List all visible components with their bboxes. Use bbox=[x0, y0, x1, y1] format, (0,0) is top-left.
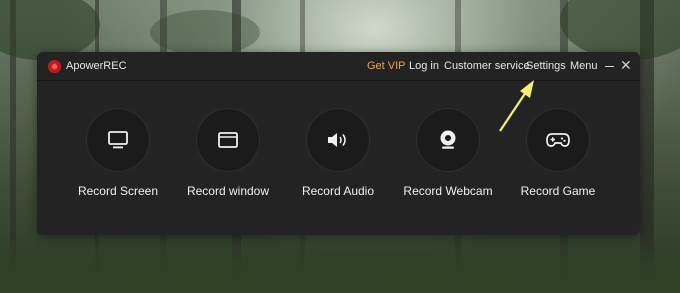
window-icon bbox=[218, 132, 238, 148]
get-vip-link[interactable]: Get VIP bbox=[367, 60, 406, 72]
apowerrec-logo-icon bbox=[48, 60, 61, 73]
record-webcam-label: Record Webcam bbox=[403, 184, 493, 198]
record-window-button[interactable]: Record window bbox=[168, 108, 288, 198]
customer-service-link[interactable]: Customer service bbox=[444, 60, 530, 72]
apowerrec-window: ApowerREC Get VIP Log in Customer servic… bbox=[37, 52, 640, 235]
record-webcam-button[interactable]: Record Webcam bbox=[388, 108, 508, 198]
gamepad-icon bbox=[546, 133, 570, 147]
speaker-icon bbox=[328, 133, 346, 147]
webcam-icon bbox=[440, 130, 456, 149]
settings-link[interactable]: Settings bbox=[526, 60, 566, 72]
record-audio-circle[interactable] bbox=[306, 108, 370, 172]
title-bar: ApowerREC Get VIP Log in Customer servic… bbox=[37, 52, 640, 81]
record-screen-button[interactable]: Record Screen bbox=[58, 108, 178, 198]
record-audio-label: Record Audio bbox=[301, 184, 375, 198]
pointer-arrow-annotation bbox=[499, 80, 534, 132]
monitor-icon bbox=[108, 131, 128, 149]
record-window-label: Record window bbox=[186, 184, 270, 198]
menu-link[interactable]: Menu bbox=[570, 60, 598, 72]
record-screen-label: Record Screen bbox=[77, 184, 159, 198]
app-title: ApowerREC bbox=[66, 60, 127, 72]
login-link[interactable]: Log in bbox=[409, 60, 439, 72]
record-audio-button[interactable]: Record Audio bbox=[278, 108, 398, 198]
close-button[interactable]: ✕ bbox=[620, 58, 632, 72]
record-webcam-circle[interactable] bbox=[416, 108, 480, 172]
record-screen-circle[interactable] bbox=[86, 108, 150, 172]
record-game-label: Record Game bbox=[520, 184, 596, 198]
record-window-circle[interactable] bbox=[196, 108, 260, 172]
minimize-button[interactable] bbox=[605, 66, 614, 67]
